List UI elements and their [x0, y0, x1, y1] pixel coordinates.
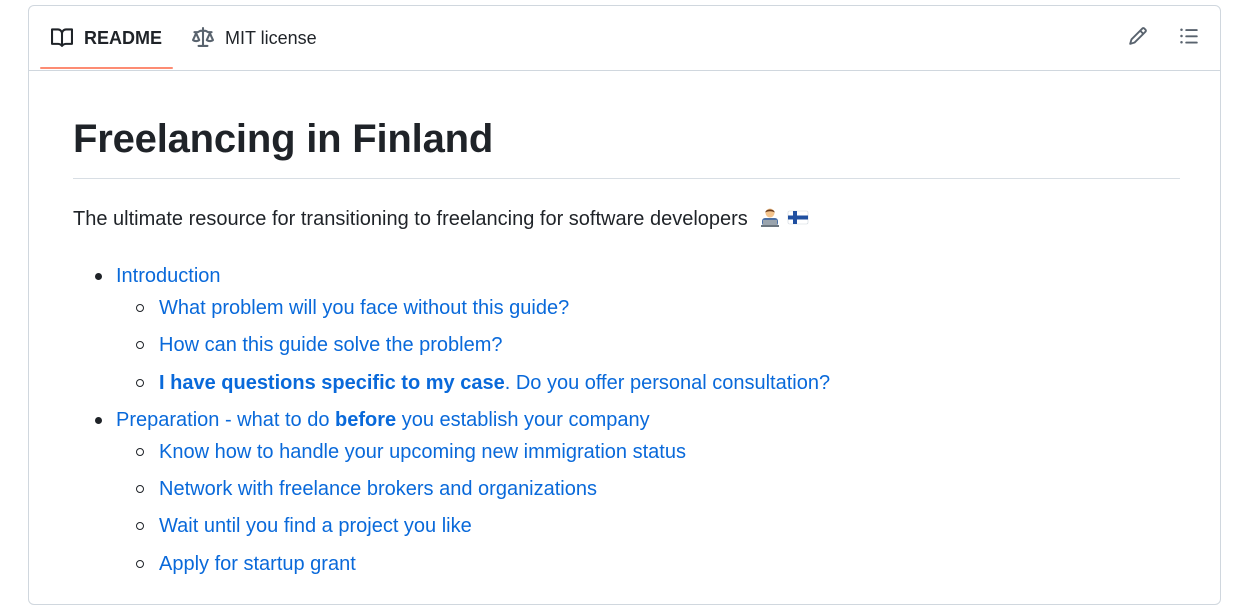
readme-intro: The ultimate resource for transitioning …	[73, 206, 809, 235]
list-bullet	[136, 341, 144, 349]
book-icon	[51, 27, 73, 49]
finland-flag-emoji	[787, 206, 809, 235]
list-bullet	[136, 379, 144, 387]
pencil-icon	[1128, 26, 1148, 51]
readme-tab-bar: README MIT license	[29, 6, 1220, 71]
tab-license[interactable]: MIT license	[192, 6, 317, 70]
list-bullet	[136, 304, 144, 312]
list-bullet	[136, 448, 144, 456]
toc-link-preparation[interactable]: Preparation - what to do before you esta…	[116, 407, 650, 433]
title-divider	[73, 178, 1180, 179]
edit-readme-button[interactable]	[1126, 26, 1150, 50]
toc-link-how-can-guide-solve[interactable]: How can this guide solve the problem?	[159, 332, 503, 358]
toc-link-what-problem[interactable]: What problem will you face without this …	[159, 295, 569, 321]
list-bullet	[136, 522, 144, 530]
list-bullet	[136, 560, 144, 568]
toc-link-rest: . Do you offer personal consultation?	[504, 372, 831, 394]
toc-link-wait-project[interactable]: Wait until you find a project you like	[159, 513, 472, 539]
toc-link-personal-consultation[interactable]: I have questions specific to my case. Do…	[159, 370, 830, 396]
list-icon	[1179, 26, 1199, 51]
list-bullet	[136, 485, 144, 493]
toc-link-introduction[interactable]: Introduction	[116, 263, 221, 289]
toc-link-startup-grant[interactable]: Apply for startup grant	[159, 551, 356, 577]
tab-license-label: MIT license	[225, 27, 317, 48]
toc-link-immigration-status[interactable]: Know how to handle your upcoming new imm…	[159, 439, 686, 465]
table-of-contents-button[interactable]	[1177, 26, 1201, 50]
readme-panel: README MIT license Freelancing in Finlan…	[28, 5, 1221, 605]
tab-readme-label: README	[84, 27, 163, 48]
toc-link-pre: Preparation - what to do	[116, 409, 336, 431]
toc-link-post: you establish your company	[396, 409, 650, 431]
toc-link-bold-part: I have questions specific to my case	[159, 372, 505, 394]
list-bullet	[95, 273, 102, 280]
readme-title: Freelancing in Finland	[73, 117, 494, 161]
tab-readme[interactable]: README	[41, 6, 172, 70]
scale-icon	[192, 27, 214, 49]
technologist-emoji	[759, 206, 781, 235]
list-bullet	[95, 417, 102, 424]
intro-text: The ultimate resource for transitioning …	[73, 208, 748, 230]
active-tab-indicator	[40, 67, 173, 69]
toc-link-network-brokers[interactable]: Network with freelance brokers and organ…	[159, 476, 597, 502]
toc-link-bold-part: before	[335, 409, 397, 431]
